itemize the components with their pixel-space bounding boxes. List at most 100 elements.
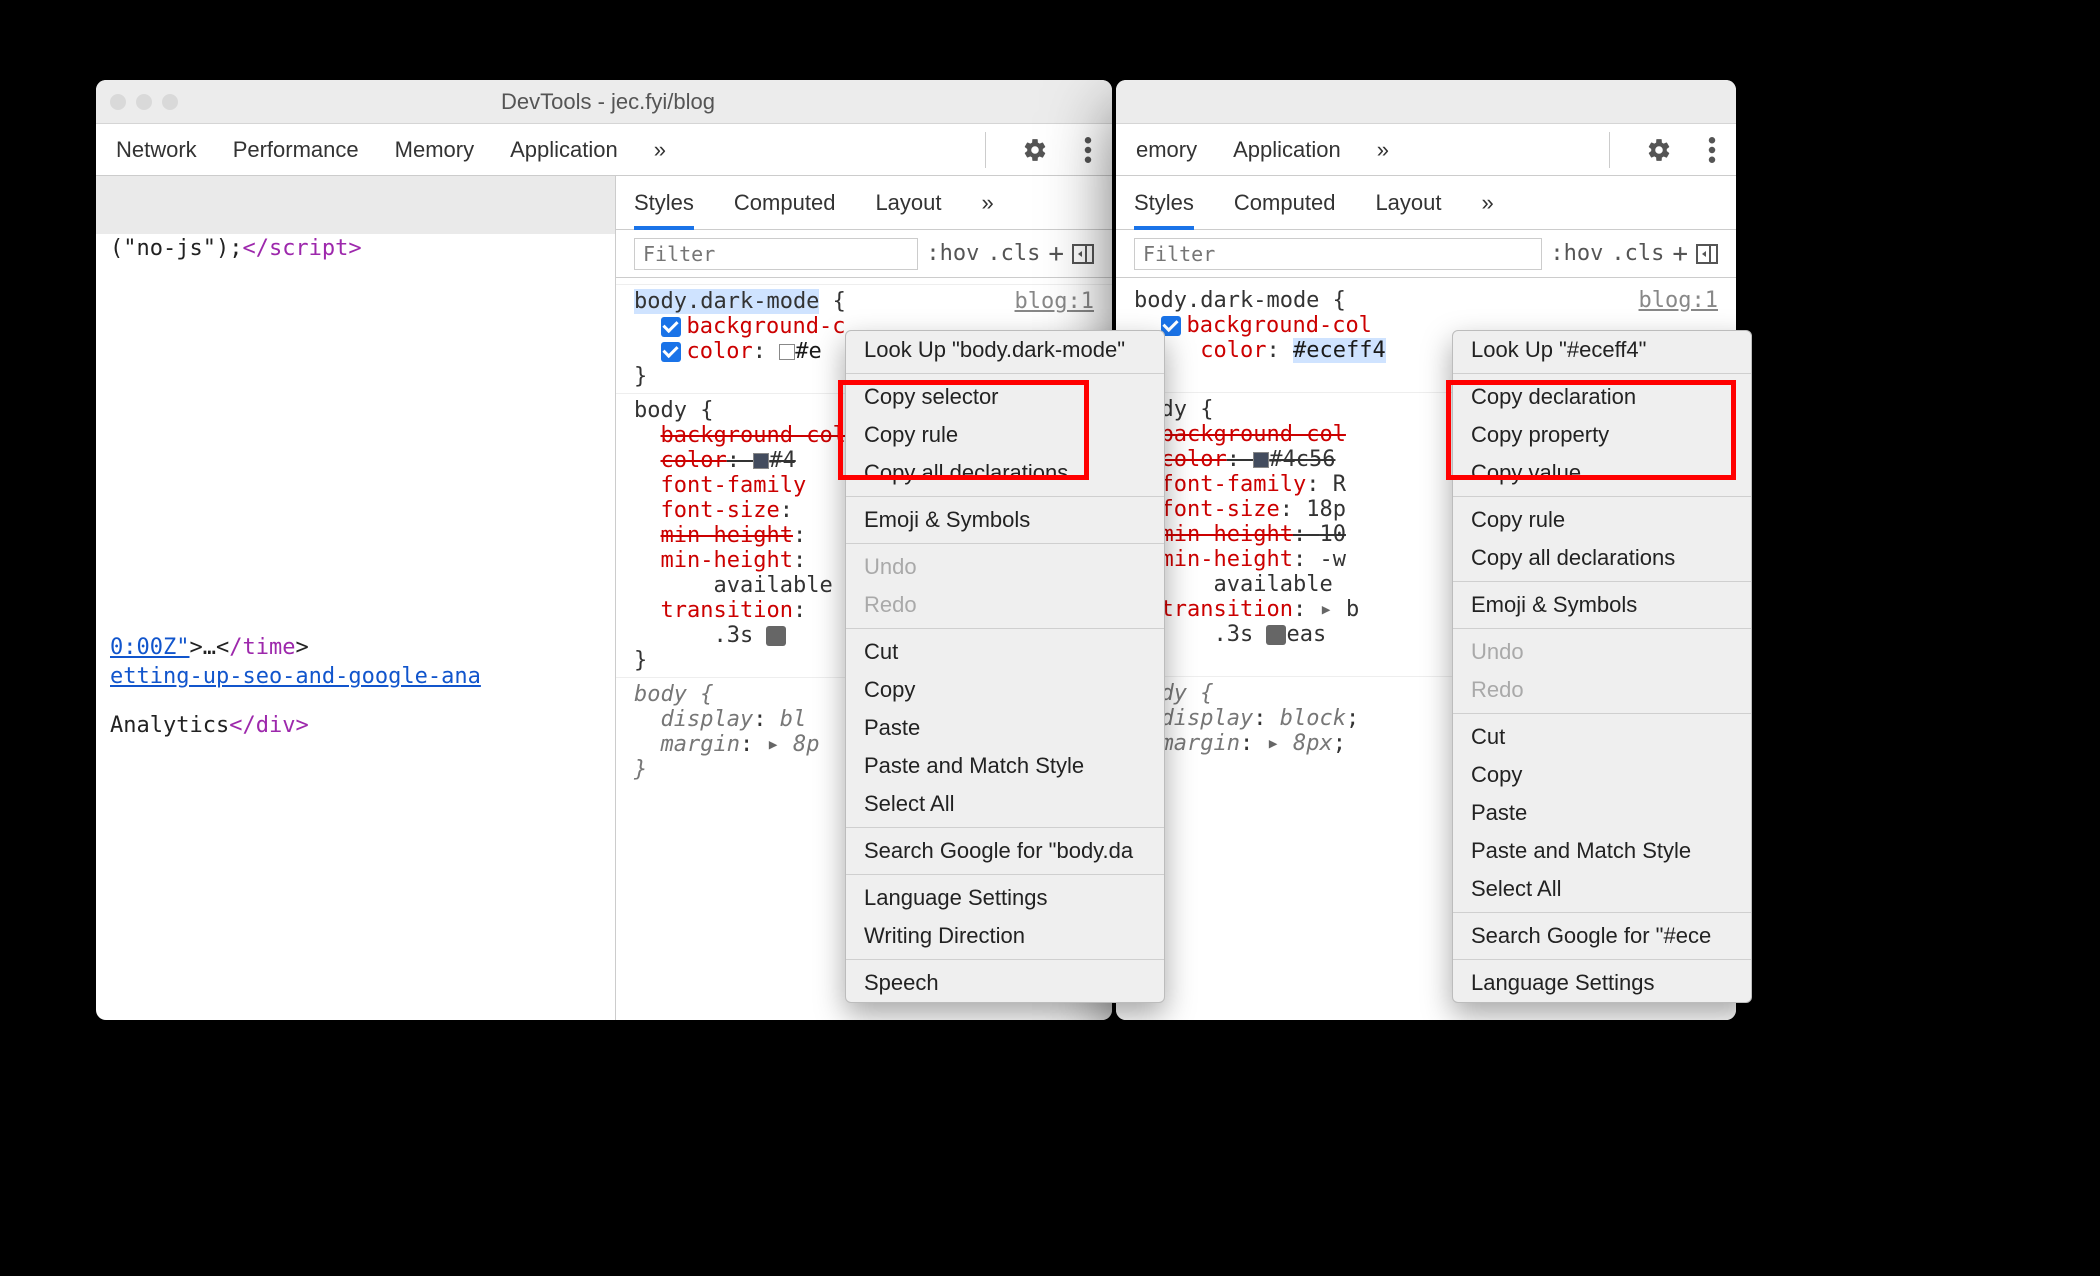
css-property[interactable]: color [687,339,753,364]
menu-lookup[interactable]: Look Up "body.dark-mode" [846,331,1164,369]
hov-toggle[interactable]: :hov [926,241,979,266]
menu-paste-match[interactable]: Paste and Match Style [1453,832,1751,870]
sidebar-toggle-icon[interactable] [1072,244,1094,264]
css-property[interactable]: color [1161,447,1227,472]
css-property[interactable]: transition [1161,597,1293,622]
tab-styles[interactable]: Styles [1134,190,1194,230]
css-selector[interactable]: body.dark-mode [634,289,819,314]
menu-emoji[interactable]: Emoji & Symbols [846,501,1164,539]
gear-icon[interactable] [1022,137,1048,163]
menu-select-all[interactable]: Select All [846,785,1164,823]
menu-copy-selector[interactable]: Copy selector [846,378,1164,416]
cls-toggle[interactable]: .cls [1611,241,1664,266]
menu-copy-property[interactable]: Copy property [1453,416,1751,454]
tab-application[interactable]: Application [510,137,618,163]
rule-source-link[interactable]: blog:1 [1015,289,1094,314]
css-selector[interactable]: body [634,398,687,423]
css-property[interactable]: font-size [1161,497,1280,522]
cls-toggle[interactable]: .cls [987,241,1040,266]
zoom-dot[interactable] [162,94,178,110]
menu-copy-value[interactable]: Copy value [1453,454,1751,492]
tab-layout[interactable]: Layout [875,190,941,216]
menu-paste[interactable]: Paste [846,709,1164,747]
menu-paste-match[interactable]: Paste and Match Style [846,747,1164,785]
styles-filter-input[interactable] [1134,238,1542,270]
expand-triangle-icon[interactable]: ▸ [1266,731,1279,756]
menu-emoji[interactable]: Emoji & Symbols [1453,586,1751,624]
menu-cut[interactable]: Cut [846,633,1164,671]
elements-dom-pane[interactable]: ("no-js");</script​> 0:00Z">…</time> ett… [96,176,616,1020]
menu-copy[interactable]: Copy [846,671,1164,709]
context-menu-right[interactable]: Look Up "#eceff4" Copy declaration Copy … [1452,330,1752,1003]
expand-triangle-icon[interactable]: ▸ [1319,597,1332,622]
hov-toggle[interactable]: :hov [1550,241,1603,266]
kebab-icon[interactable] [1708,137,1716,163]
tab-memory[interactable]: Memory [395,137,474,163]
tab-computed[interactable]: Computed [1234,190,1336,216]
css-selector[interactable]: body.dark-mode [1134,288,1319,313]
sidebar-toggle-icon[interactable] [1696,244,1718,264]
css-property[interactable]: display [661,707,754,732]
tab-layout[interactable]: Layout [1375,190,1441,216]
menu-paste[interactable]: Paste [1453,794,1751,832]
rule-source-link[interactable]: blog:1 [1639,288,1718,313]
dom-link[interactable]: etting-up-seo-and-google-ana [110,664,481,689]
new-rule-button[interactable]: + [1672,239,1688,269]
css-property[interactable]: font-size [661,498,780,523]
menu-copy[interactable]: Copy [1453,756,1751,794]
styles-filter-input[interactable] [634,238,918,270]
tab-network[interactable]: Network [116,137,197,163]
easing-icon[interactable] [766,626,786,646]
tabs-overflow-icon[interactable]: » [1377,137,1389,163]
menu-copy-rule[interactable]: Copy rule [1453,501,1751,539]
gear-icon[interactable] [1646,137,1672,163]
css-property[interactable]: display [1161,706,1254,731]
css-property[interactable]: min-height [661,523,793,548]
subtabs-overflow-icon[interactable]: » [982,190,994,216]
tab-memory-partial[interactable]: emory [1136,137,1197,163]
css-property[interactable]: font-family [661,473,807,498]
tab-application[interactable]: Application [1233,137,1341,163]
css-property[interactable]: margin [661,732,740,757]
menu-search-google[interactable]: Search Google for "body.da [846,832,1164,870]
menu-copy-declaration[interactable]: Copy declaration [1453,378,1751,416]
menu-lookup[interactable]: Look Up "#eceff4" [1453,331,1751,369]
dom-selected-row[interactable] [96,176,615,234]
window-titlebar[interactable] [1116,80,1736,124]
close-dot[interactable] [110,94,126,110]
css-property[interactable]: background-col [1161,422,1346,447]
expand-triangle-icon[interactable]: ▸ [766,732,779,757]
menu-writing-direction[interactable]: Writing Direction [846,917,1164,955]
css-property[interactable]: min-height [1161,522,1293,547]
css-property[interactable]: transition [661,598,793,623]
menu-language-settings[interactable]: Language Settings [846,879,1164,917]
menu-select-all[interactable]: Select All [1453,870,1751,908]
menu-speech[interactable]: Speech [846,964,1164,1002]
color-swatch[interactable] [779,344,795,360]
css-property[interactable]: background-col [661,423,846,448]
menu-search-google[interactable]: Search Google for "#ece [1453,917,1751,955]
css-selector[interactable]: body [634,682,687,707]
tab-performance[interactable]: Performance [233,137,359,163]
color-swatch[interactable] [1253,452,1269,468]
tab-computed[interactable]: Computed [734,190,836,216]
menu-copy-all-declarations[interactable]: Copy all declarations [1453,539,1751,577]
new-rule-button[interactable]: + [1048,239,1064,269]
color-swatch[interactable] [753,453,769,469]
css-property[interactable]: margin [1161,731,1240,756]
context-menu-left[interactable]: Look Up "body.dark-mode" Copy selector C… [845,330,1165,1003]
easing-icon[interactable] [1266,625,1286,645]
css-property[interactable]: min-height [1161,547,1293,572]
css-property[interactable]: color [1200,338,1266,363]
menu-cut[interactable]: Cut [1453,718,1751,756]
traffic-lights[interactable] [110,94,178,110]
window-titlebar[interactable]: DevTools - jec.fyi/blog [96,80,1112,124]
css-value-selected[interactable]: #eceff4 [1293,338,1386,363]
css-property[interactable]: min-height [661,548,793,573]
minimize-dot[interactable] [136,94,152,110]
menu-copy-all-declarations[interactable]: Copy all declarations [846,454,1164,492]
css-property[interactable]: font-family [1161,472,1307,497]
property-checkbox[interactable] [661,342,681,362]
menu-copy-rule[interactable]: Copy rule [846,416,1164,454]
css-property[interactable]: background-c [687,314,846,339]
